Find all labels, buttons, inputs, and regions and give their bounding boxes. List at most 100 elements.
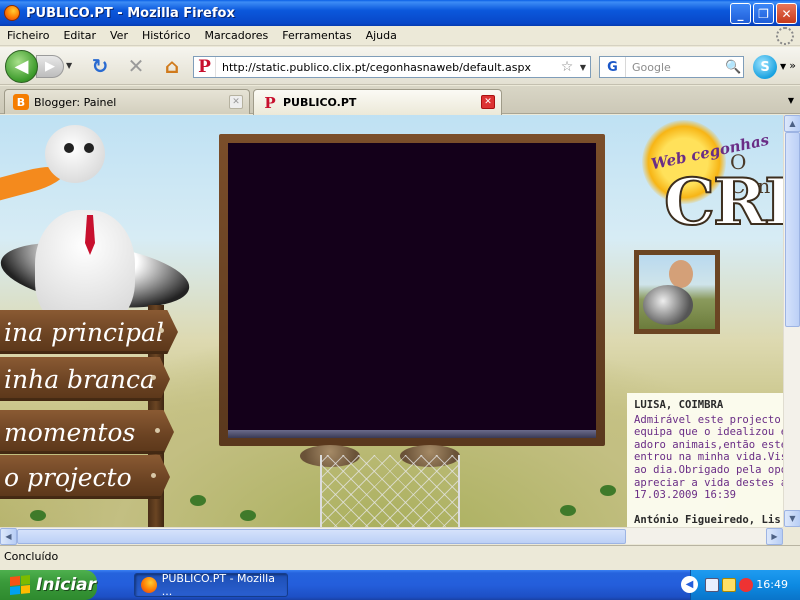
tree-icon	[30, 510, 46, 521]
scrollbar-corner	[783, 527, 800, 544]
comment-line: Admirável este projecto! P	[634, 413, 783, 426]
video-player-frame	[219, 134, 605, 446]
tab-label: Blogger: Painel	[34, 95, 117, 109]
firefox-icon	[4, 5, 20, 21]
skype-dropdown-icon[interactable]: ▼	[780, 62, 786, 71]
menu-ver[interactable]: Ver	[103, 29, 135, 42]
comment-author: LUISA, COIMBRA	[634, 399, 724, 411]
nav-sign-momentos[interactable]: momentos	[0, 410, 174, 454]
minimize-button[interactable]: _	[730, 3, 751, 24]
comment-author: António Figueiredo, Lis	[634, 513, 781, 526]
comment-line: apreciar a vida destes ani	[634, 476, 783, 489]
menu-editar[interactable]: Editar	[56, 29, 103, 42]
maximize-button[interactable]: ❐	[753, 3, 774, 24]
menu-marcadores[interactable]: Marcadores	[197, 29, 275, 42]
throbber-icon	[776, 27, 794, 45]
network-icon[interactable]	[705, 578, 719, 592]
navigation-toolbar: ▶ ◀ ▼ ↻ ✕ ⌂ P http://static.publico.clix…	[0, 47, 800, 85]
tree-icon	[560, 505, 576, 516]
stop-button[interactable]: ✕	[124, 54, 148, 78]
thumbnail-image	[639, 255, 715, 329]
tab-close-icon[interactable]: ✕	[229, 95, 243, 109]
scroll-right-icon[interactable]: ▶	[766, 528, 783, 545]
scroll-down-icon[interactable]: ▼	[784, 510, 800, 527]
menu-ajuda[interactable]: Ajuda	[359, 29, 404, 42]
tree-icon	[190, 495, 206, 506]
search-icon[interactable]: 🔍	[725, 60, 743, 75]
tab-blogger[interactable]: B Blogger: Painel ✕	[4, 89, 250, 114]
toolbar-overflow-chevron-icon[interactable]: »	[789, 59, 796, 72]
horizontal-scrollbar[interactable]: ◀ ▶	[0, 527, 783, 545]
scroll-up-icon[interactable]: ▲	[784, 115, 800, 132]
search-box[interactable]: G Google 🔍	[599, 56, 744, 78]
status-bar: Concluído	[0, 545, 800, 566]
comments-panel: LUISA, COIMBRA Admirável este projecto! …	[627, 393, 783, 527]
comment-line: adoro animais,então este	[634, 438, 783, 451]
bookmark-star-icon[interactable]: ☆	[558, 59, 576, 75]
vertical-scroll-thumb[interactable]	[785, 132, 800, 327]
tab-publico[interactable]: P PUBLICO.PT ✕	[253, 89, 502, 115]
clock: 16:49	[756, 578, 788, 591]
forward-button[interactable]: ▶	[36, 55, 64, 78]
google-engine-icon[interactable]: G	[600, 57, 626, 77]
start-button[interactable]: Iniciar	[0, 570, 97, 600]
tab-strip: B Blogger: Painel ✕ P PUBLICO.PT ✕ ▼	[0, 86, 800, 115]
nav-sign-principal[interactable]: ina principal	[0, 310, 178, 354]
url-dropdown-icon[interactable]: ▼	[576, 63, 590, 72]
blogger-icon: B	[13, 94, 29, 110]
home-button[interactable]: ⌂	[160, 54, 184, 78]
security-icon[interactable]	[739, 578, 753, 592]
url-text[interactable]: http://static.publico.clix.pt/cegonhasna…	[222, 61, 558, 74]
menu-historico[interactable]: Histórico	[135, 29, 197, 42]
electric-pylon	[320, 455, 460, 527]
nail-icon	[155, 428, 160, 433]
nail-icon	[151, 375, 156, 380]
video-controls-bar[interactable]	[228, 430, 596, 438]
scroll-left-icon[interactable]: ◀	[0, 528, 17, 545]
tab-label: PUBLICO.PT	[283, 96, 357, 109]
window-controls: _ ❐ ✕	[730, 3, 797, 24]
video-player[interactable]	[228, 143, 596, 430]
nail-icon	[159, 328, 164, 333]
system-tray: ◀ 16:49	[681, 570, 800, 600]
vertical-scrollbar[interactable]: ▲ ▼	[783, 115, 800, 527]
page-content: ina principal inha branca momentos o pro…	[0, 115, 783, 527]
windows-logo-icon	[10, 574, 30, 596]
window-title: PUBLICO.PT - Mozilla Firefox	[26, 5, 235, 21]
url-bar[interactable]: P http://static.publico.clix.pt/cegonhas…	[193, 56, 591, 78]
taskbar-item-label: PUBLICO.PT - Mozilla ...	[161, 572, 275, 598]
tab-close-icon[interactable]: ✕	[481, 95, 495, 109]
reload-button[interactable]: ↻	[88, 54, 112, 78]
nav-sign-projecto[interactable]: o projecto	[0, 455, 170, 499]
stork-head	[45, 125, 105, 183]
tab-list-dropdown-icon[interactable]: ▼	[788, 96, 794, 105]
video-thumbnail[interactable]	[634, 250, 720, 334]
stork-eye	[64, 143, 74, 153]
menu-ficheiro[interactable]: Ficheiro	[0, 29, 56, 42]
stork-eye	[84, 143, 94, 153]
windows-taskbar: Iniciar PUBLICO.PT - Mozilla ... ◀ 16:49	[0, 570, 800, 600]
status-text: Concluído	[4, 549, 59, 563]
comment-timestamp: 17.03.2009 16:39	[634, 489, 737, 502]
window-title-bar[interactable]: PUBLICO.PT - Mozilla Firefox _ ❐ ✕	[0, 0, 800, 26]
nav-sign-label: o projecto	[4, 462, 132, 492]
menu-ferramentas[interactable]: Ferramentas	[275, 29, 358, 42]
nav-sign-label: inha branca	[4, 364, 155, 394]
nav-sign-label: momentos	[4, 417, 136, 447]
nav-sign-label: ina principal	[4, 317, 164, 347]
tree-icon	[600, 485, 616, 496]
back-button[interactable]: ◀	[5, 50, 38, 83]
comment-line: equipa que o idealizou e q	[634, 426, 783, 439]
search-input[interactable]: Google	[632, 61, 725, 74]
horizontal-scroll-thumb[interactable]	[17, 529, 626, 544]
tree-icon	[240, 510, 256, 521]
tray-expand-icon[interactable]: ◀	[681, 576, 698, 593]
skype-icon[interactable]: S	[753, 55, 777, 79]
close-button[interactable]: ✕	[776, 3, 797, 24]
notification-icon[interactable]	[722, 578, 736, 592]
menu-bar: Ficheiro Editar Ver Histórico Marcadores…	[0, 26, 800, 46]
nav-sign-branca[interactable]: inha branca	[0, 357, 170, 401]
taskbar-item-firefox[interactable]: PUBLICO.PT - Mozilla ...	[134, 572, 288, 598]
history-dropdown-icon[interactable]: ▼	[66, 61, 72, 70]
firefox-icon	[141, 577, 157, 593]
